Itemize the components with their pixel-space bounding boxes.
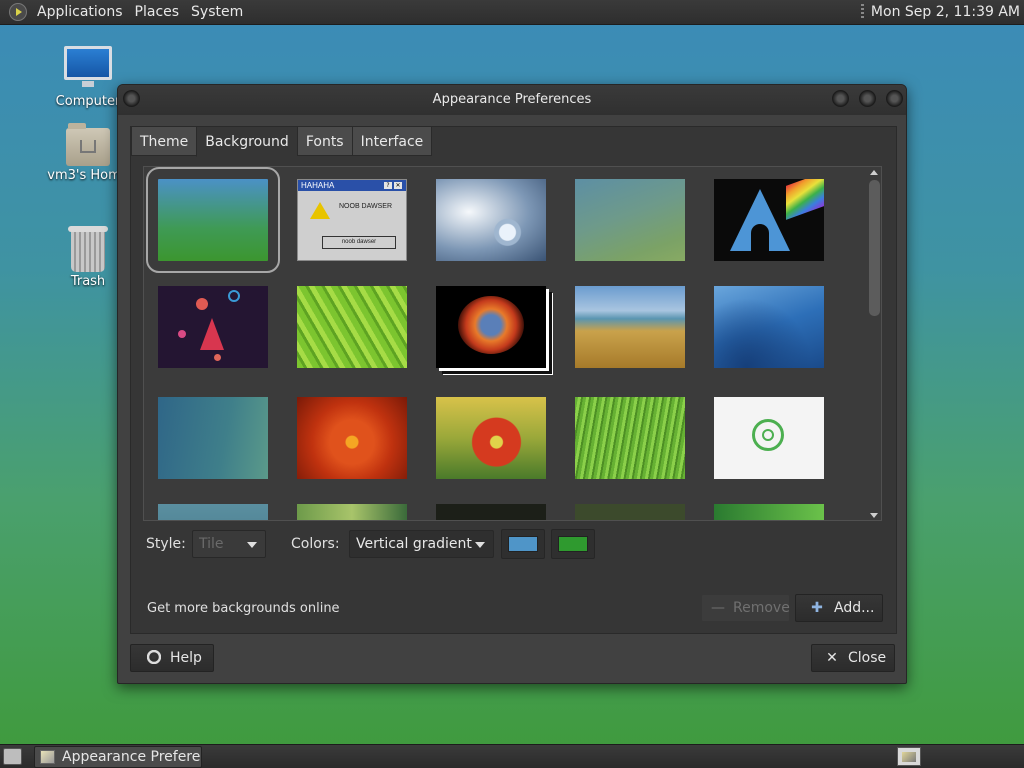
secondary-color-button[interactable] xyxy=(551,529,595,559)
secondary-color-swatch xyxy=(558,536,588,552)
warning-icon xyxy=(310,202,330,219)
scroll-up-arrow-icon[interactable] xyxy=(870,170,878,175)
panel-right: Mon Sep 2, 11:39 AM xyxy=(860,0,1024,25)
window-title: Appearance Preferences xyxy=(432,92,592,107)
menu-system[interactable]: System xyxy=(185,0,249,25)
primary-color-swatch xyxy=(508,536,538,552)
scrollbar-thumb[interactable] xyxy=(869,180,880,316)
wallpaper-thumb-orange-flower[interactable] xyxy=(297,397,407,479)
close-icon: ✕ xyxy=(826,650,838,666)
wallpaper-thumb-arch-space[interactable] xyxy=(158,286,268,368)
colors-select-value: Vertical gradient xyxy=(356,536,472,552)
thumb-dialog-message: NOOB DAWSER xyxy=(339,203,393,210)
window-titlebar[interactable]: Appearance Preferences xyxy=(118,85,906,115)
tab-fonts[interactable]: Fonts xyxy=(296,126,352,156)
minimize-button[interactable] xyxy=(832,90,849,107)
wallpaper-thumb-arch-prism[interactable] xyxy=(714,179,824,261)
bottom-panel: Appearance Prefere... xyxy=(0,744,1024,768)
wallpaper-thumb-red-flower[interactable] xyxy=(436,397,546,479)
wallpaper-grid: HAHAHA ? ✕ NOOB DAWSER noob dawser xyxy=(143,166,882,521)
wallpaper-thumb-white-logo[interactable] xyxy=(714,397,824,479)
wallpaper-thumb-water-drop[interactable] xyxy=(436,179,546,261)
maximize-button[interactable] xyxy=(859,90,876,107)
window-close-button[interactable] xyxy=(886,90,903,107)
menu-places[interactable]: Places xyxy=(129,0,186,25)
thumb-close-icon: ✕ xyxy=(394,182,402,189)
home-folder-icon xyxy=(66,123,110,166)
colors-label: Colors: xyxy=(291,536,340,552)
remove-button[interactable]: — Remove xyxy=(701,594,790,622)
chevron-down-icon xyxy=(475,542,485,548)
tab-theme[interactable]: Theme xyxy=(131,126,197,156)
close-button[interactable]: ✕ Close xyxy=(811,644,895,672)
scroll-down-arrow-icon[interactable] xyxy=(870,513,878,518)
menu-applications[interactable]: Applications xyxy=(31,0,129,25)
wallpaper-thumb-partial[interactable] xyxy=(714,504,824,520)
wallpaper-thumb-green-leaf[interactable] xyxy=(297,286,407,368)
appearance-app-icon xyxy=(40,750,55,764)
wallpaper-scrollbar[interactable] xyxy=(868,168,881,520)
minus-icon: — xyxy=(711,600,725,616)
wallpaper-thumb-beach-grass[interactable] xyxy=(575,286,685,368)
help-button[interactable]: Help xyxy=(130,644,214,672)
trash-icon xyxy=(68,226,108,272)
wallpaper-thumb-hahaha[interactable]: HAHAHA ? ✕ NOOB DAWSER noob dawser xyxy=(297,179,407,261)
thumb-help-icon: ? xyxy=(384,182,392,189)
taskbar-item-label: Appearance Prefere... xyxy=(62,749,202,765)
plus-icon: ✚ xyxy=(811,600,823,616)
wallpaper-thumb-partial[interactable] xyxy=(158,504,268,520)
applications-logo-icon[interactable] xyxy=(9,3,27,21)
wallpaper-thumb-partial[interactable] xyxy=(297,504,407,520)
panel-handle-icon[interactable] xyxy=(860,4,864,20)
primary-color-button[interactable] xyxy=(501,529,545,559)
appearance-preferences-window: Appearance Preferences Theme Background … xyxy=(117,84,907,684)
workspace-thumbnail-icon xyxy=(902,752,916,762)
wallpaper-thumb-vertical-gradient[interactable] xyxy=(146,167,280,273)
wallpaper-thumb-green-grass[interactable] xyxy=(575,397,685,479)
get-more-backgrounds-link[interactable]: Get more backgrounds online xyxy=(147,601,340,616)
wallpaper-thumb-helix-nebula[interactable] xyxy=(436,286,546,368)
wallpaper-thumb-blue-waves[interactable] xyxy=(714,286,824,368)
wallpaper-thumb-teal-bubbles[interactable] xyxy=(158,397,268,479)
computer-icon xyxy=(64,46,112,87)
clock[interactable]: Mon Sep 2, 11:39 AM xyxy=(871,4,1024,20)
chevron-down-icon xyxy=(247,542,257,548)
style-label: Style: xyxy=(146,536,186,552)
thumb-dialog-button: noob dawser xyxy=(322,236,396,249)
wallpaper-thumb-teal-waves[interactable] xyxy=(575,179,685,261)
taskbar-item-appearance-preferences[interactable]: Appearance Prefere... xyxy=(34,746,202,768)
tab-bar: Theme Background Fonts Interface xyxy=(131,126,433,157)
wallpaper-thumb-partial[interactable] xyxy=(436,504,546,520)
style-select-value: Tile xyxy=(199,536,224,552)
colors-select[interactable]: Vertical gradient xyxy=(349,530,494,558)
style-select[interactable]: Tile xyxy=(192,530,266,558)
show-desktop-icon[interactable] xyxy=(3,748,22,765)
workspace-switcher[interactable] xyxy=(897,747,921,766)
wallpaper-thumb-partial[interactable] xyxy=(575,504,685,520)
tab-interface[interactable]: Interface xyxy=(351,126,433,156)
tab-background[interactable]: Background xyxy=(196,126,297,157)
top-panel: Applications Places System Mon Sep 2, 11… xyxy=(0,0,1024,25)
add-button[interactable]: ✚ Add... xyxy=(795,594,883,622)
help-lifebuoy-icon xyxy=(146,649,162,666)
